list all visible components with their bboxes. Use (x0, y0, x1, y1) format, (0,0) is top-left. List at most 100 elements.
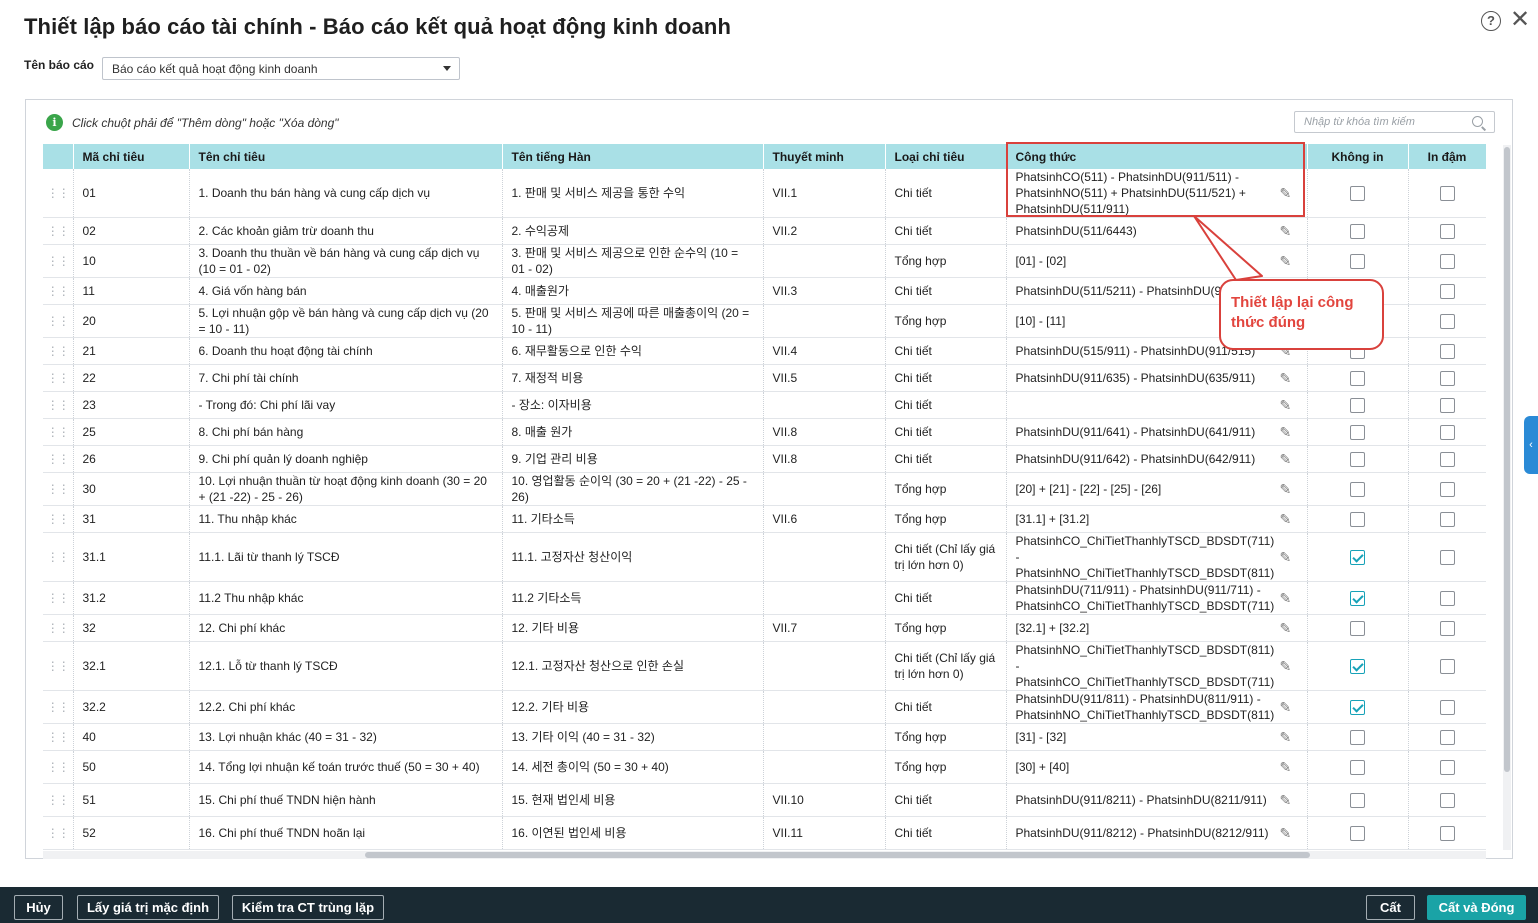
col-code[interactable]: Mã chỉ tiêu (73, 144, 190, 169)
row-formula[interactable]: PhatsinhDU(911/642) - PhatsinhDU(642/911… (1006, 445, 1308, 473)
vertical-scrollbar[interactable] (1503, 145, 1511, 850)
row-name[interactable]: 12.1. Lỗ từ thanh lý TSCĐ (189, 641, 503, 691)
drag-handle-icon[interactable]: ⋮⋮ (43, 391, 74, 419)
row-code[interactable]: 01 (73, 169, 190, 218)
no-print-checkbox[interactable] (1350, 550, 1365, 566)
row-note[interactable]: VII.4 (763, 337, 886, 365)
table-row[interactable]: ⋮⋮ 01 1. Doanh thu bán hàng và cung cấp dị… (43, 169, 1486, 218)
row-korean-name[interactable]: - 장소: 이자비용 (502, 391, 764, 419)
row-note[interactable]: VII.1 (763, 169, 886, 218)
bold-checkbox[interactable] (1439, 621, 1455, 637)
drag-handle-icon[interactable]: ⋮⋮ (43, 581, 74, 615)
row-name[interactable]: - Trong đó: Chi phí lãi vay (189, 391, 503, 419)
row-note[interactable] (763, 304, 886, 338)
no-print-checkbox[interactable] (1350, 371, 1365, 387)
no-print-checkbox[interactable] (1350, 659, 1365, 675)
drag-handle-icon[interactable]: ⋮⋮ (43, 445, 74, 473)
edit-pencil-icon[interactable]: ✎ (1280, 826, 1294, 840)
row-code[interactable]: 32.1 (73, 641, 190, 691)
table-row[interactable]: ⋮⋮ 23- Trong đó: Chi phí lãi vay - 장소: 이자비… (43, 391, 1486, 419)
row-name[interactable]: 3. Doanh thu thuần về bán hàng và cung c… (189, 244, 503, 278)
row-korean-name[interactable]: 3. 판매 및 서비스 제공으로 인한 순수익 (10 = 01 - 02) (502, 244, 764, 278)
report-name-select[interactable]: Báo cáo kết quả hoạt động kinh doanh (102, 57, 460, 80)
row-code[interactable]: 51 (73, 783, 190, 817)
bold-checkbox[interactable] (1439, 284, 1455, 300)
edit-pencil-icon[interactable]: ✎ (1280, 621, 1294, 635)
search-input[interactable]: Nhập từ khóa tìm kiếm (1294, 111, 1495, 133)
row-code[interactable]: 52 (73, 816, 190, 850)
row-type[interactable]: Tổng hợp (885, 723, 1007, 751)
row-name[interactable]: 11.1. Lãi từ thanh lý TSCĐ (189, 532, 503, 582)
no-print-checkbox[interactable] (1350, 700, 1365, 716)
row-name[interactable]: 15. Chi phí thuế TNDN hiện hành (189, 783, 503, 817)
bold-checkbox[interactable] (1439, 344, 1455, 360)
row-formula[interactable]: PhatsinhDU(711/911) - PhatsinhDU(911/711… (1006, 581, 1308, 615)
row-name[interactable]: 10. Lợi nhuận thuần từ hoạt động kinh do… (189, 472, 503, 506)
no-print-checkbox[interactable] (1350, 224, 1365, 240)
row-name[interactable]: 7. Chi phí tài chính (189, 364, 503, 392)
edit-pencil-icon[interactable]: ✎ (1280, 452, 1294, 466)
edit-pencil-icon[interactable]: ✎ (1280, 482, 1294, 496)
row-korean-name[interactable]: 16. 이연된 법인세 비용 (502, 816, 764, 850)
bold-checkbox[interactable] (1439, 760, 1455, 776)
bold-checkbox[interactable] (1439, 730, 1455, 746)
row-korean-name[interactable]: 4. 매출원가 (502, 277, 764, 305)
row-note[interactable]: VII.11 (763, 816, 886, 850)
row-note[interactable] (763, 472, 886, 506)
table-row[interactable]: ⋮⋮ 30 10. Lợi nhuận thuần từ hoạt động kin… (43, 472, 1486, 506)
edit-pencil-icon[interactable]: ✎ (1280, 793, 1294, 807)
row-type[interactable]: Tổng hợp (885, 614, 1007, 642)
row-korean-name[interactable]: 13. 기타 이익 (40 = 31 - 32) (502, 723, 764, 751)
row-korean-name[interactable]: 1. 판매 및 서비스 제공을 통한 수익 (502, 169, 764, 218)
bold-checkbox[interactable] (1439, 550, 1455, 566)
save-button[interactable]: Cất (1366, 895, 1415, 920)
cancel-button[interactable]: Hủy (14, 895, 63, 920)
row-type[interactable]: Chi tiết (885, 445, 1007, 473)
row-type[interactable]: Chi tiết (885, 337, 1007, 365)
table-row[interactable]: ⋮⋮ 52 16. Chi phí thuế TNDN hoãn lại 16. 이연… (43, 816, 1486, 850)
save-and-close-button[interactable]: Cất và Đóng (1427, 895, 1526, 920)
horizontal-scrollbar[interactable] (43, 851, 1486, 859)
bold-checkbox[interactable] (1439, 700, 1455, 716)
drag-handle-icon[interactable]: ⋮⋮ (43, 244, 74, 278)
row-formula[interactable]: [20] + [21] - [22] - [25] - [26] ✎ (1006, 472, 1308, 506)
no-print-checkbox[interactable] (1350, 482, 1365, 498)
row-code[interactable]: 26 (73, 445, 190, 473)
search-icon[interactable] (1472, 116, 1483, 127)
row-name[interactable]: 6. Doanh thu hoạt động tài chính (189, 337, 503, 365)
table-row[interactable]: ⋮⋮ 02 2. Các khoản giảm trừ doanh thu 2. 수익… (43, 217, 1486, 245)
row-type[interactable]: Chi tiết (885, 581, 1007, 615)
bold-checkbox[interactable] (1439, 224, 1455, 240)
edit-pencil-icon[interactable]: ✎ (1280, 398, 1294, 412)
row-note[interactable] (763, 244, 886, 278)
reset-defaults-button[interactable]: Lấy giá trị mặc định (77, 895, 219, 920)
row-note[interactable] (763, 690, 886, 724)
row-korean-name[interactable]: 12.1. 고정자산 청산으로 인한 손실 (502, 641, 764, 691)
row-formula[interactable]: PhatsinhDU(911/811) - PhatsinhDU(811/911… (1006, 690, 1308, 724)
bold-checkbox[interactable] (1439, 452, 1455, 468)
row-code[interactable]: 30 (73, 472, 190, 506)
edit-pencil-icon[interactable]: ✎ (1280, 591, 1294, 605)
drag-handle-icon[interactable]: ⋮⋮ (43, 614, 74, 642)
edit-pencil-icon[interactable]: ✎ (1280, 425, 1294, 439)
row-formula[interactable]: PhatsinhDU(911/8211) - PhatsinhDU(8211/9… (1006, 783, 1308, 817)
row-korean-name[interactable]: 5. 판매 및 서비스 제공에 따른 매출총이익 (20 = 10 - 11) (502, 304, 764, 338)
edit-pencil-icon[interactable]: ✎ (1280, 512, 1294, 526)
row-korean-name[interactable]: 11. 기타소득 (502, 505, 764, 533)
table-row[interactable]: ⋮⋮ 32.2 12.2. Chi phí khác 12.2. 기타 비용 Chi t… (43, 690, 1486, 724)
row-name[interactable]: 12.2. Chi phí khác (189, 690, 503, 724)
row-code[interactable]: 25 (73, 418, 190, 446)
row-korean-name[interactable]: 8. 매출 원가 (502, 418, 764, 446)
row-note[interactable] (763, 641, 886, 691)
table-row[interactable]: ⋮⋮ 31.2 11.2 Thu nhập khác 11.2 기타소득 Chi tiế… (43, 581, 1486, 615)
drag-handle-icon[interactable]: ⋮⋮ (43, 337, 74, 365)
no-print-checkbox[interactable] (1350, 793, 1365, 809)
row-name[interactable]: 11. Thu nhập khác (189, 505, 503, 533)
edit-pencil-icon[interactable]: ✎ (1280, 186, 1294, 200)
row-code[interactable]: 23 (73, 391, 190, 419)
row-name[interactable]: 5. Lợi nhuận gộp về bán hàng và cung cấp… (189, 304, 503, 338)
row-formula[interactable]: PhatsinhDU(911/8212) - PhatsinhDU(8212/9… (1006, 816, 1308, 850)
row-code[interactable]: 22 (73, 364, 190, 392)
row-formula[interactable]: PhatsinhCO_ChiTietThanhlyTSCD_BDSDT(711)… (1006, 532, 1308, 582)
table-row[interactable]: ⋮⋮ 22 7. Chi phí tài chính 7. 재정적 비용 VII.5 Ch… (43, 364, 1486, 392)
